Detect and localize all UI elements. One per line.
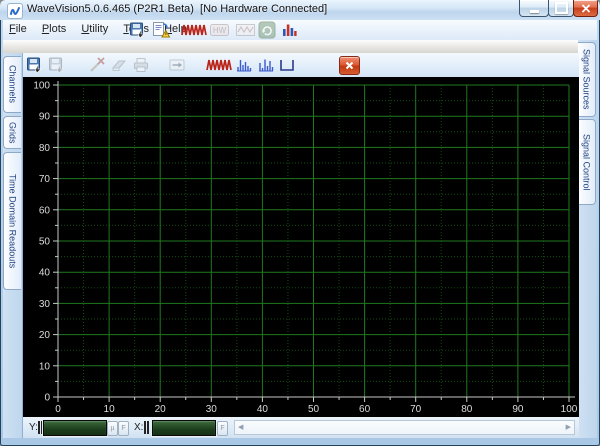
- svg-text:50: 50: [308, 404, 320, 415]
- close-plot-x-icon: [345, 61, 354, 70]
- fft-plot-icon[interactable]: [235, 56, 253, 74]
- svg-text:30: 30: [206, 404, 218, 415]
- time-domain-plot-icon[interactable]: [206, 56, 232, 74]
- plot-area[interactable]: 0 10 20 30 40 50 60 70 80 90 100 0 10 20 30 40 50 60 70 80 9…: [23, 77, 579, 417]
- svg-text:50: 50: [39, 237, 51, 248]
- left-tab-strip: Channels Grids Time Domain Readouts: [3, 53, 22, 438]
- fft-zoom-plot-icon[interactable]: [257, 56, 275, 74]
- save-plot-icon[interactable]: [129, 21, 147, 39]
- y-unit-button[interactable]: µ: [107, 421, 118, 436]
- right-tab-strip: Signal Sources Signal Control: [578, 40, 597, 438]
- menu-utility[interactable]: Utility: [75, 20, 114, 37]
- svg-text:20: 20: [155, 404, 167, 415]
- svg-text:20: 20: [39, 330, 51, 341]
- maximize-button[interactable]: [548, 0, 574, 17]
- hardware-icon[interactable]: HW: [209, 21, 230, 39]
- export-report-icon[interactable]: [151, 21, 171, 39]
- svg-text:30: 30: [39, 299, 51, 310]
- histogram-icon[interactable]: [280, 21, 298, 39]
- menu-plots[interactable]: Plots: [36, 20, 72, 37]
- svg-text:0: 0: [55, 404, 61, 415]
- tab-time-domain-readouts[interactable]: Time Domain Readouts: [3, 152, 21, 290]
- svg-text:100: 100: [33, 81, 50, 92]
- save-plot-icon[interactable]: [26, 56, 44, 74]
- y-coordinate-readout: [43, 420, 107, 436]
- svg-text:40: 40: [257, 404, 269, 415]
- x-coordinate-readout: [152, 420, 216, 436]
- export-dac-icon[interactable]: [168, 56, 186, 74]
- histogram-plot-icon[interactable]: [278, 56, 296, 74]
- svg-text:90: 90: [512, 404, 524, 415]
- x-coordinate-label: X:: [134, 422, 143, 433]
- y-format-button[interactable]: F: [118, 421, 129, 436]
- refresh-icon[interactable]: [258, 21, 276, 39]
- plot-panel: 0 10 20 30 40 50 60 70 80 90 100 0 10 20 30 40 50 60 70 80 9…: [22, 53, 578, 438]
- menu-file[interactable]: File: [3, 20, 33, 37]
- minimize-icon: [530, 10, 539, 13]
- minimize-button[interactable]: [519, 0, 549, 17]
- menu-bar: File Plots Utility Tools Help HW: [3, 20, 597, 41]
- svg-text:100: 100: [561, 404, 578, 415]
- plot-info-bar: Plot_File_2_TimeDomain, Active Channel: …: [3, 40, 578, 54]
- svg-text:60: 60: [359, 404, 371, 415]
- svg-text:90: 90: [39, 112, 51, 123]
- svg-text:0: 0: [44, 393, 50, 404]
- x-readout-grip: [144, 421, 150, 434]
- svg-text:80: 80: [461, 404, 473, 415]
- scroll-right-icon[interactable]: ▶: [566, 422, 571, 433]
- y-coordinate-label: Y:: [29, 422, 38, 433]
- tab-grids[interactable]: Grids: [3, 116, 21, 149]
- scroll-left-icon[interactable]: ◀: [238, 422, 243, 433]
- acquire-samples-icon[interactable]: [235, 21, 256, 39]
- svg-text:40: 40: [39, 268, 51, 279]
- svg-text:10: 10: [104, 404, 116, 415]
- save-plot-as-icon[interactable]: [48, 56, 66, 74]
- eraser-icon[interactable]: [110, 56, 128, 74]
- tab-signal-control[interactable]: Signal Control: [578, 119, 596, 205]
- svg-text:70: 70: [39, 174, 51, 185]
- svg-text:70: 70: [410, 404, 422, 415]
- waveform-capture-icon[interactable]: [181, 21, 207, 39]
- application-window: WaveVision5.0.6.465 (P2R1 Beta) [No Hard…: [0, 0, 600, 446]
- close-plot-button[interactable]: [339, 56, 360, 75]
- annotate-wand-icon[interactable]: [88, 56, 106, 74]
- wavevision-logo-icon: [7, 3, 23, 19]
- x-format-button[interactable]: F: [217, 421, 228, 436]
- svg-text:HW: HW: [213, 26, 227, 35]
- svg-text:60: 60: [39, 205, 51, 216]
- title-bar[interactable]: WaveVision5.0.6.465 (P2R1 Beta) [No Hard…: [0, 0, 600, 20]
- window-title: WaveVision5.0.6.465 (P2R1 Beta) [No Hard…: [27, 3, 327, 15]
- maximize-icon: [555, 2, 568, 14]
- close-icon: [581, 4, 591, 13]
- status-bar: Y: µ F X: F ◀ ▶: [23, 417, 579, 438]
- print-plot-icon[interactable]: [132, 56, 150, 74]
- plot-toolbar: [23, 53, 579, 78]
- tab-channels[interactable]: Channels: [3, 56, 21, 113]
- close-button[interactable]: [573, 0, 598, 17]
- tab-signal-sources[interactable]: Signal Sources: [578, 42, 596, 117]
- svg-text:10: 10: [39, 361, 51, 372]
- plot-horizontal-scrollbar[interactable]: ◀ ▶: [234, 420, 575, 435]
- svg-text:80: 80: [39, 143, 51, 154]
